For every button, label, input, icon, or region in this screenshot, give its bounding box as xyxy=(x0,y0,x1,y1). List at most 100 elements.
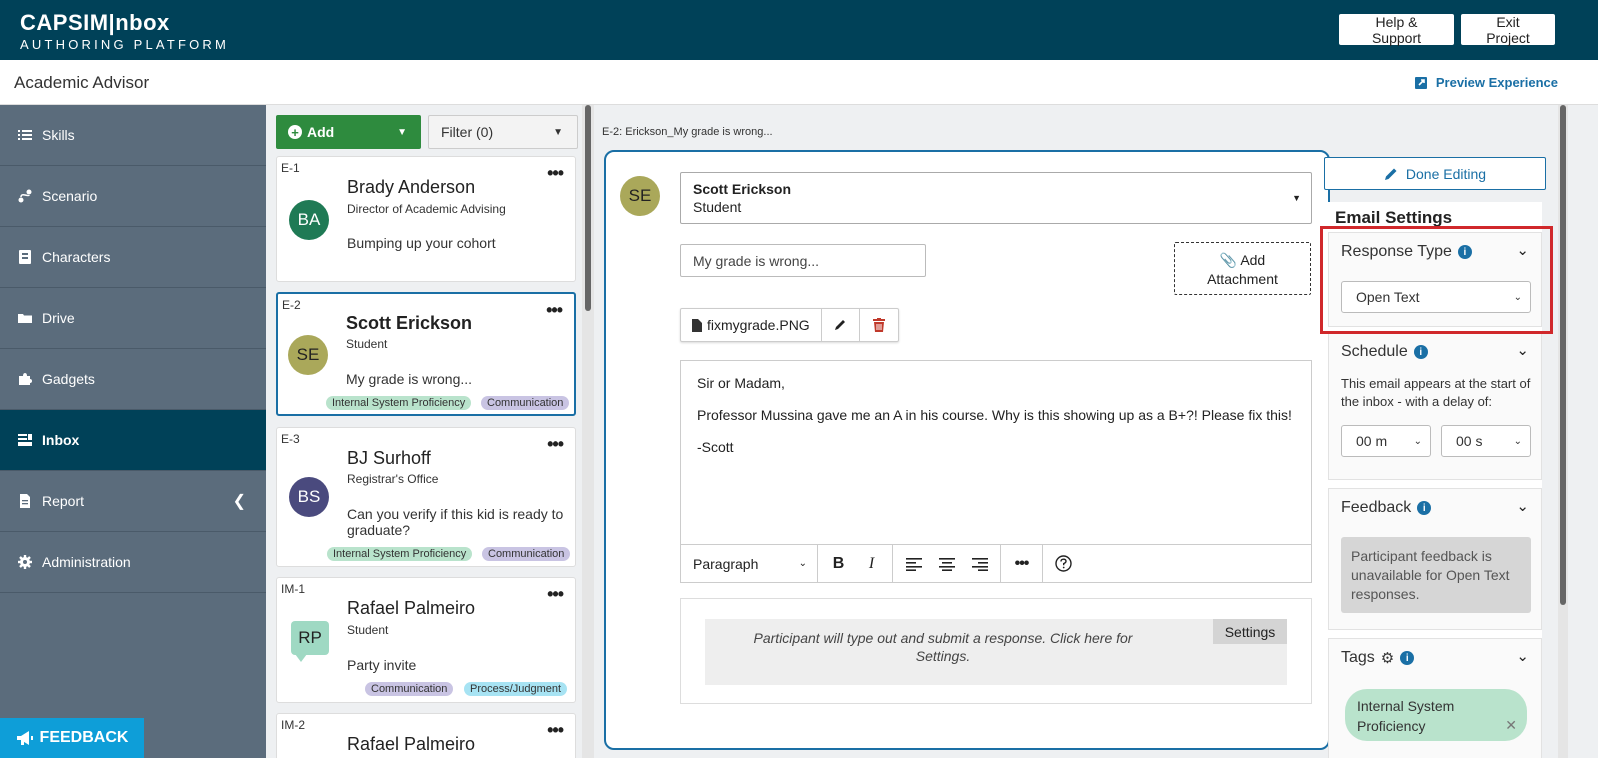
add-label: Add xyxy=(307,124,335,140)
info-icon[interactable]: i xyxy=(1417,501,1432,515)
sidebar-item-drive[interactable]: Drive xyxy=(0,288,266,349)
more-tools-button[interactable]: ••• xyxy=(1005,550,1038,578)
email-id: E-2 xyxy=(282,298,301,312)
response-placeholder[interactable]: Participant will type out and submit a r… xyxy=(705,619,1287,685)
more-options-icon[interactable]: ••• xyxy=(547,163,564,184)
align-right-button[interactable] xyxy=(963,550,996,578)
feedback-section-label: Feedback xyxy=(1341,499,1412,516)
email-card-e2[interactable]: E-2 ••• SE Scott Erickson Student My gra… xyxy=(276,292,576,416)
italic-button[interactable]: I xyxy=(855,550,888,578)
info-icon[interactable]: i xyxy=(1413,345,1428,359)
sender-select[interactable]: Scott Erickson Student ▼ xyxy=(680,172,1312,224)
sidebar-item-skills[interactable]: Skills xyxy=(0,105,266,166)
folder-icon xyxy=(18,314,32,323)
chevron-down-icon[interactable]: ⌄ xyxy=(1516,497,1529,515)
align-left-button[interactable] xyxy=(897,550,930,578)
response-settings-button[interactable]: Settings xyxy=(1213,619,1287,644)
sender-name: Brady Anderson xyxy=(347,177,476,197)
delay-seconds-value: 00 s xyxy=(1456,433,1483,449)
gear-icon[interactable]: ⚙ xyxy=(1381,649,1394,667)
bold-button[interactable]: B xyxy=(822,550,855,578)
document-icon xyxy=(20,494,30,508)
edit-attachment-button[interactable] xyxy=(822,309,860,341)
delay-minutes-select[interactable]: 00 m ⌄ xyxy=(1341,425,1431,457)
align-center-icon xyxy=(938,557,955,571)
close-icon[interactable]: ✕ xyxy=(1505,715,1517,735)
email-settings-title: Email Settings xyxy=(1335,208,1453,227)
response-type-header[interactable]: Response Type i xyxy=(1341,243,1472,261)
sidebar: Skills Scenario Characters Drive Gadgets… xyxy=(0,105,266,758)
sidebar-item-characters[interactable]: Characters xyxy=(0,227,266,288)
chevron-left-icon[interactable]: ❮ xyxy=(233,491,246,511)
schedule-description: This email appears at the start of the i… xyxy=(1341,376,1531,409)
email-list-column: + Add ▼ Filter (0) ▼ E-1 ••• BA Brady An… xyxy=(266,105,582,758)
sidebar-item-report[interactable]: Report ❮ xyxy=(0,471,266,532)
feedback-button[interactable]: FEEDBACK xyxy=(0,718,144,758)
email-card-e3[interactable]: E-3 ••• BS BJ Surhoff Registrar's Office… xyxy=(276,427,576,567)
response-type-select[interactable]: Open Text ⌄ xyxy=(1341,281,1531,313)
more-options-icon[interactable]: ••• xyxy=(547,584,564,605)
tags-label: Tags xyxy=(1341,649,1375,666)
more-options-icon[interactable]: ••• xyxy=(547,434,564,455)
tags-section: Tags ⚙ i ⌄ Internal System Proficiency ✕ xyxy=(1328,638,1542,758)
paragraph-format-select[interactable]: Paragraph ⌄ xyxy=(681,545,818,582)
response-type-value: Open Text xyxy=(1356,289,1420,305)
tag-badge: Internal System Proficiency xyxy=(326,396,472,410)
subject-input[interactable] xyxy=(680,244,926,277)
logo: CAPSIM|nbox xyxy=(20,10,170,35)
email-body-editor[interactable]: Sir or Madam, Professor Mussina gave me … xyxy=(680,360,1312,583)
info-icon[interactable]: i xyxy=(1457,245,1472,259)
email-id: IM-2 xyxy=(281,718,305,732)
paragraph-format-label: Paragraph xyxy=(693,555,759,572)
pencil-icon xyxy=(835,320,846,330)
feedback-header[interactable]: Feedback i xyxy=(1341,499,1432,517)
response-area: Participant will type out and submit a r… xyxy=(680,598,1312,704)
email-id: E-1 xyxy=(281,161,300,175)
settings-scrollbar[interactable] xyxy=(1558,105,1568,758)
delete-attachment-button[interactable] xyxy=(860,309,898,341)
tags-header[interactable]: Tags ⚙ i xyxy=(1341,649,1415,667)
sender-role: Registrar's Office xyxy=(347,472,439,486)
sender-name: Rafael Palmeiro xyxy=(347,734,476,754)
tag-badge: Communication xyxy=(365,682,454,696)
more-options-icon[interactable]: ••• xyxy=(546,300,563,321)
align-center-button[interactable] xyxy=(930,550,963,578)
filter-dropdown[interactable]: Filter (0) ▼ xyxy=(428,115,578,149)
help-support-button[interactable]: Help & Support xyxy=(1339,14,1454,46)
add-attachment-button[interactable]: 📎 Add Attachment xyxy=(1174,242,1311,295)
sidebar-item-administration[interactable]: Administration xyxy=(0,532,266,593)
chevron-down-icon[interactable]: ⌄ xyxy=(1516,647,1529,665)
list-scrollbar-thumb[interactable] xyxy=(585,105,591,311)
feedback-section: Feedback i ⌄ Participant feedback is una… xyxy=(1328,488,1542,630)
sidebar-item-inbox[interactable]: Inbox xyxy=(0,410,266,471)
email-subject: My grade is wrong... xyxy=(346,371,473,387)
rich-text-toolbar: Paragraph ⌄ B I ••• xyxy=(681,544,1311,582)
more-options-icon[interactable]: ••• xyxy=(547,720,564,741)
email-body-text[interactable]: Sir or Madam, Professor Mussina gave me … xyxy=(681,361,1311,485)
sidebar-item-gadgets[interactable]: Gadgets xyxy=(0,349,266,410)
email-id: IM-1 xyxy=(281,582,305,596)
attachment-file[interactable]: fixmygrade.PNG xyxy=(681,309,822,341)
file-icon xyxy=(692,318,702,332)
delay-seconds-select[interactable]: 00 s ⌄ xyxy=(1441,425,1531,457)
sidebar-item-scenario[interactable]: Scenario xyxy=(0,166,266,227)
settings-scrollbar-thumb[interactable] xyxy=(1560,105,1566,605)
list-scrollbar[interactable] xyxy=(582,105,594,758)
done-editing-button[interactable]: Done Editing xyxy=(1324,157,1546,190)
email-card-e1[interactable]: E-1 ••• BA Brady Anderson Director of Ac… xyxy=(276,156,576,282)
exit-project-button[interactable]: Exit Project xyxy=(1461,14,1555,46)
email-subject: Can you verify if this kid is ready to g… xyxy=(347,506,564,538)
schedule-header[interactable]: Schedule i xyxy=(1341,343,1428,361)
sender-name: BJ Surhoff xyxy=(347,448,431,468)
email-card-im2[interactable]: IM-2 ••• Rafael Palmeiro xyxy=(276,713,576,758)
chevron-down-icon[interactable]: ⌄ xyxy=(1516,341,1529,359)
email-card-im1[interactable]: IM-1 ••• RP Rafael Palmeiro Student Part… xyxy=(276,577,576,703)
info-icon[interactable]: i xyxy=(1400,651,1415,665)
align-left-icon xyxy=(905,557,922,571)
caret-down-icon: ▼ xyxy=(553,126,563,138)
chevron-down-icon[interactable]: ⌄ xyxy=(1516,241,1529,259)
avatar: BS xyxy=(289,477,329,517)
add-button[interactable]: + Add ▼ xyxy=(276,115,421,149)
preview-experience-link[interactable]: Preview Experience xyxy=(1414,75,1558,90)
help-button[interactable] xyxy=(1047,550,1080,578)
